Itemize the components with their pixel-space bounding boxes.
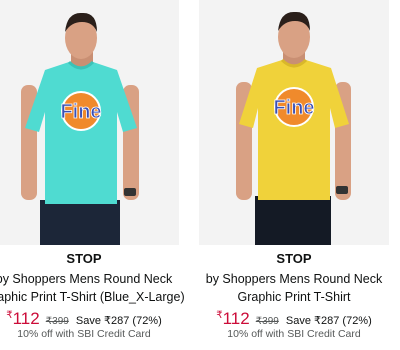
original-price: ₹399 bbox=[255, 316, 279, 327]
product-brand[interactable]: STOP bbox=[0, 251, 179, 267]
price-row: ₹112 ₹399 Save ₹287 (72%) bbox=[0, 309, 179, 329]
fine-logo: Fine bbox=[60, 101, 101, 123]
product-title-line2: Graphic Print T-Shirt (Blue_X-Large) bbox=[0, 290, 185, 304]
model-photo: Fine bbox=[0, 0, 179, 245]
product-title-line2: Graphic Print T-Shirt bbox=[237, 290, 351, 304]
price-value: 112 bbox=[222, 309, 250, 328]
product-card[interactable]: Fine STOP by Shoppers Mens Round Neck Gr… bbox=[199, 0, 389, 350]
savings-text: Save ₹287 (72%) bbox=[75, 315, 162, 327]
product-title-line1: by Shoppers Mens Round Neck bbox=[205, 272, 383, 286]
product-title[interactable]: by Shoppers Mens Round Neck Graphic Prin… bbox=[189, 270, 399, 306]
bank-offer: 10% off with SBI Credit Card bbox=[17, 328, 151, 340]
original-price: ₹399 bbox=[45, 316, 69, 327]
current-price: ₹112 bbox=[6, 309, 39, 328]
product-image[interactable]: Fine bbox=[0, 0, 179, 245]
price-value: 112 bbox=[12, 309, 40, 328]
fine-logo: Fine bbox=[273, 97, 314, 119]
product-brand[interactable]: STOP bbox=[199, 251, 389, 267]
price-row: ₹112 ₹399 Save ₹287 (72%) bbox=[199, 309, 389, 329]
bank-offer: 10% off with SBI Credit Card bbox=[227, 328, 361, 340]
currency-symbol: ₹ bbox=[6, 310, 13, 321]
product-title-line1: by Shoppers Mens Round Neck bbox=[0, 272, 173, 286]
current-price: ₹112 bbox=[216, 309, 249, 328]
currency-symbol: ₹ bbox=[216, 310, 223, 321]
savings-text: Save ₹287 (72%) bbox=[285, 315, 372, 327]
product-image[interactable]: Fine bbox=[199, 0, 389, 245]
model-photo: Fine bbox=[199, 0, 389, 245]
product-card[interactable]: Fine STOP by Shoppers Mens Round Neck Gr… bbox=[0, 0, 185, 350]
product-title[interactable]: by Shoppers Mens Round Neck Graphic Prin… bbox=[0, 270, 189, 306]
